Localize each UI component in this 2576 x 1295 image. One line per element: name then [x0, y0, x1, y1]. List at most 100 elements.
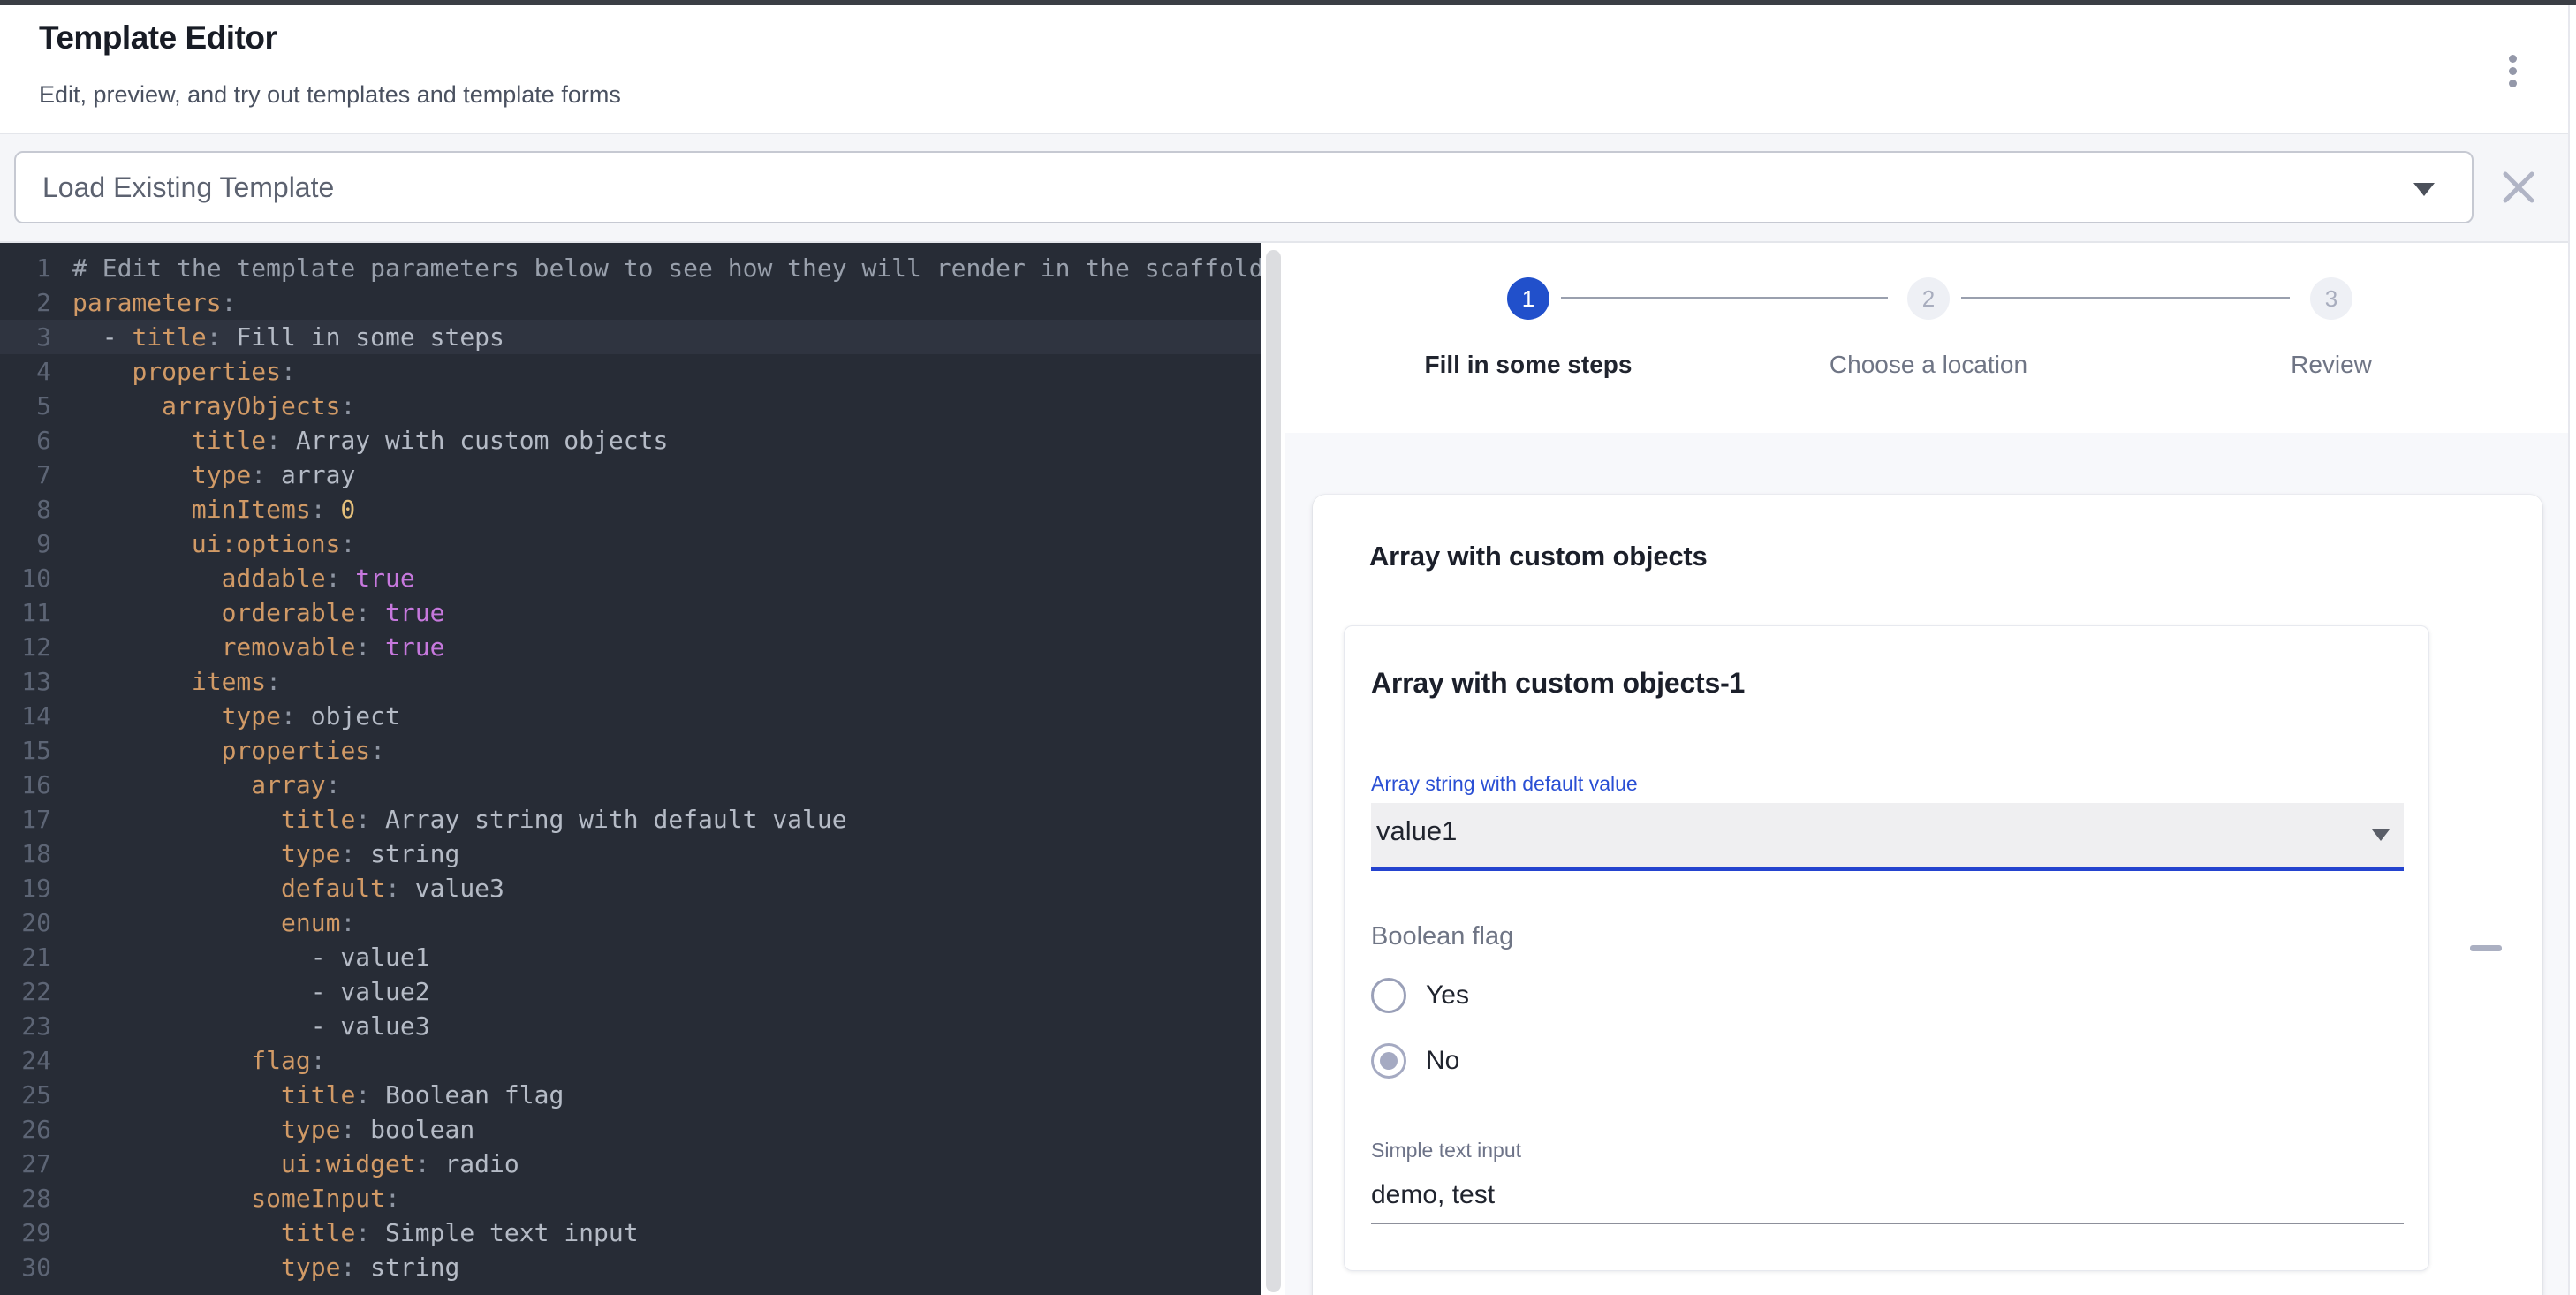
stepper-step-circle[interactable]: 3: [2310, 277, 2352, 320]
boolean-flag-radio-group: Yes No: [1371, 974, 2402, 1082]
code-line[interactable]: 30 type: string: [0, 1250, 1261, 1284]
code-text: arrayObjects:: [72, 389, 1261, 423]
code-line[interactable]: 13 items:: [0, 664, 1261, 699]
wizard-stepper: 1Fill in some steps2Choose a location3Re…: [1285, 243, 2576, 433]
code-line[interactable]: 22 - value2: [0, 974, 1261, 1009]
radio-option-yes[interactable]: Yes: [1371, 974, 2402, 1017]
array-item-row: Array with custom objects-1 Array string…: [1344, 625, 2542, 1271]
radio-option-no[interactable]: No: [1371, 1040, 2402, 1082]
line-number: 15: [0, 733, 72, 768]
code-text: type: string: [72, 837, 1261, 871]
code-line[interactable]: 14 type: object: [0, 699, 1261, 733]
code-line[interactable]: 26 type: boolean: [0, 1112, 1261, 1147]
code-line[interactable]: 24 flag:: [0, 1043, 1261, 1078]
code-line[interactable]: 21 - value1: [0, 940, 1261, 974]
code-line[interactable]: 19 default: value3: [0, 871, 1261, 905]
select-field-label: Array string with default value: [1371, 772, 2402, 796]
line-number: 28: [0, 1181, 72, 1215]
code-line[interactable]: 6 title: Array with custom objects: [0, 423, 1261, 458]
editor-scrollbar-thumb[interactable]: [1266, 250, 1281, 1292]
preview-pane: 1Fill in some steps2Choose a location3Re…: [1285, 243, 2576, 1295]
close-icon: [2500, 169, 2537, 206]
line-number: 26: [0, 1112, 72, 1147]
main-split: 1 # Edit the template parameters below to…: [0, 243, 2576, 1295]
simple-text-input[interactable]: demo, test: [1371, 1180, 2402, 1210]
editor-scrollbar[interactable]: [1261, 243, 1285, 1295]
code-text: items:: [72, 664, 1261, 699]
stepper-step-circle[interactable]: 2: [1907, 277, 1950, 320]
code-line[interactable]: 9 ui:options:: [0, 526, 1261, 561]
code-line[interactable]: 20 enum:: [0, 905, 1261, 940]
code-line[interactable]: 8 minItems: 0: [0, 492, 1261, 526]
radio-unselected-icon[interactable]: [1371, 978, 1406, 1013]
line-number: 21: [0, 940, 72, 974]
code-text: # Edit the template parameters below to …: [72, 251, 1261, 285]
code-text: properties:: [72, 354, 1261, 389]
code-text: ui:options:: [72, 526, 1261, 561]
code-line[interactable]: 4 properties:: [0, 354, 1261, 389]
line-number: 9: [0, 526, 72, 561]
page-scrollbar-gutter[interactable]: [2568, 5, 2576, 1295]
code-line[interactable]: 11 orderable: true: [0, 595, 1261, 630]
line-number: 24: [0, 1043, 72, 1078]
form-preview-area: Array with custom objects Array with cus…: [1285, 433, 2576, 1295]
code-line[interactable]: 27 ui:widget: radio: [0, 1147, 1261, 1181]
more-options-button[interactable]: [2495, 48, 2530, 94]
line-number: 16: [0, 768, 72, 802]
page-header: Template Editor Edit, preview, and try o…: [0, 5, 2576, 134]
code-line[interactable]: 2parameters:: [0, 285, 1261, 320]
remove-item-button[interactable]: [2470, 945, 2502, 951]
array-item-card: Array with custom objects-1 Array string…: [1344, 625, 2429, 1271]
code-line[interactable]: 3 - title: Fill in some steps: [0, 320, 1261, 354]
code-line[interactable]: 16 array:: [0, 768, 1261, 802]
code-line[interactable]: 12 removable: true: [0, 630, 1261, 664]
code-line[interactable]: 7 type: array: [0, 458, 1261, 492]
code-line[interactable]: 23 - value3: [0, 1009, 1261, 1043]
code-line[interactable]: 18 type: string: [0, 837, 1261, 871]
code-text: properties:: [72, 733, 1261, 768]
code-text: flag:: [72, 1043, 1261, 1078]
code-text: orderable: true: [72, 595, 1261, 630]
line-number: 18: [0, 837, 72, 871]
stepper-step-label: Fill in some steps: [1425, 351, 1633, 379]
code-line[interactable]: 29 title: Simple text input: [0, 1215, 1261, 1250]
code-text: default: value3: [72, 871, 1261, 905]
page-subtitle: Edit, preview, and try out templates and…: [39, 81, 621, 109]
clear-template-button[interactable]: [2500, 169, 2537, 206]
stepper-step-circle[interactable]: 1: [1507, 277, 1549, 320]
line-number: 10: [0, 561, 72, 595]
radio-selected-icon[interactable]: [1371, 1043, 1406, 1079]
kebab-dot-icon: [2509, 80, 2517, 87]
code-line[interactable]: 28 someInput:: [0, 1181, 1261, 1215]
code-text: title: Array string with default value: [72, 802, 1261, 837]
code-line[interactable]: 25 title: Boolean flag: [0, 1078, 1261, 1112]
code-text: enum:: [72, 905, 1261, 940]
yaml-code-editor[interactable]: 1# Edit the template parameters below to…: [0, 243, 1261, 1295]
code-line[interactable]: 17 title: Array string with default valu…: [0, 802, 1261, 837]
load-template-placeholder: Load Existing Template: [42, 153, 334, 222]
text-input-underline: [1371, 1223, 2404, 1224]
line-number: 11: [0, 595, 72, 630]
code-text: - value1: [72, 940, 1261, 974]
code-line[interactable]: 5 arrayObjects:: [0, 389, 1261, 423]
code-text: type: boolean: [72, 1112, 1261, 1147]
page-title: Template Editor: [39, 19, 277, 57]
array-section-title: Array with custom objects: [1369, 495, 2486, 572]
radio-option-label: No: [1426, 1046, 1459, 1076]
line-number: 17: [0, 802, 72, 837]
line-number: 30: [0, 1250, 72, 1284]
line-number: 3: [0, 320, 72, 354]
code-line[interactable]: 10 addable: true: [0, 561, 1261, 595]
code-text: removable: true: [72, 630, 1261, 664]
line-number: 19: [0, 871, 72, 905]
load-template-bar: Load Existing Template: [0, 134, 2576, 243]
code-line[interactable]: 15 properties:: [0, 733, 1261, 768]
code-line[interactable]: 1# Edit the template parameters below to…: [0, 251, 1261, 285]
line-number: 29: [0, 1215, 72, 1250]
code-text: - value3: [72, 1009, 1261, 1043]
load-existing-template-select[interactable]: Load Existing Template: [14, 151, 2474, 223]
array-string-select[interactable]: value1: [1371, 803, 2404, 871]
code-text: parameters:: [72, 285, 1261, 320]
remove-item-column: [2429, 625, 2542, 1271]
stepper-step-label: Choose a location: [1830, 351, 2027, 379]
